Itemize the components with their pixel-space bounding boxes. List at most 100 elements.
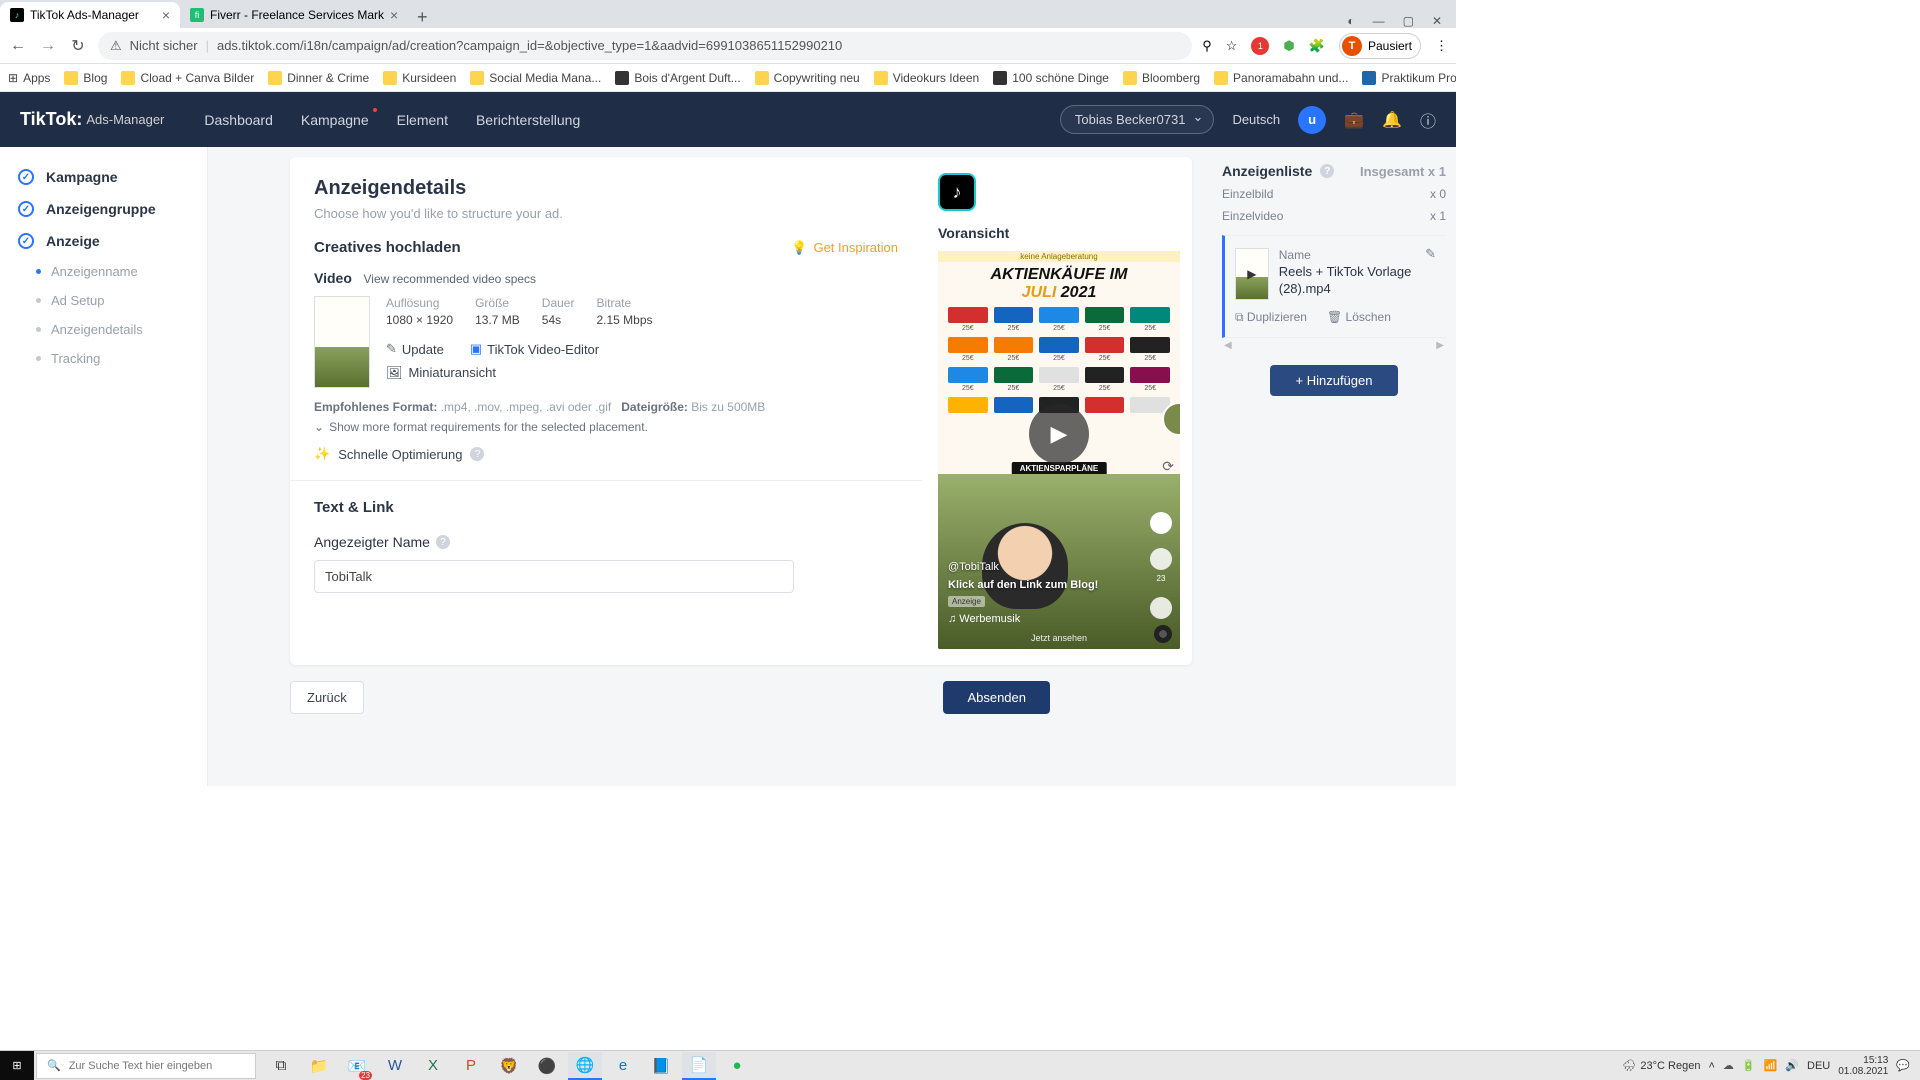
app-icon[interactable]: 📘	[644, 1052, 678, 1080]
tiktok-logo[interactable]: TikTok: Ads-Manager	[20, 109, 164, 130]
ad-list-item[interactable]: ✎ ▶ Name Reels + TikTok Vorlage (28).mp4…	[1222, 235, 1446, 338]
nav-kampagne[interactable]: Kampagne	[301, 112, 369, 128]
volume-icon[interactable]: 🔊	[1785, 1059, 1799, 1072]
windows-search[interactable]: 🔍 Zur Suche Text hier eingeben	[36, 1053, 256, 1079]
bookmark-star-icon[interactable]: ☆	[1226, 38, 1238, 54]
new-tab-button[interactable]: +	[408, 7, 436, 28]
substep-ad-setup[interactable]: Ad Setup	[0, 286, 207, 315]
step-anzeige[interactable]: ✓Anzeige	[0, 225, 207, 257]
back-button[interactable]: ←	[8, 37, 28, 55]
nav-dashboard[interactable]: Dashboard	[204, 112, 273, 128]
substep-tracking[interactable]: Tracking	[0, 344, 207, 373]
delete-button[interactable]: 🗑 Löschen	[1327, 310, 1391, 325]
bookmark-item[interactable]: Dinner & Crime	[268, 71, 369, 85]
nav-element[interactable]: Element	[397, 112, 448, 128]
chrome-icon[interactable]: 🌐	[568, 1052, 602, 1080]
forward-button[interactable]: →	[38, 37, 58, 55]
quick-optimize-button[interactable]: ✨Schnelle Optimierung?	[314, 446, 898, 462]
bookmark-item[interactable]: Bois d'Argent Duft...	[615, 71, 740, 85]
tab-close-icon[interactable]: ×	[390, 7, 398, 23]
substep-anzeigendetails[interactable]: Anzeigendetails	[0, 315, 207, 344]
bookmark-item[interactable]: Panoramabahn und...	[1214, 71, 1348, 85]
duplicate-button[interactable]: ⧉ Duplizieren	[1235, 310, 1307, 325]
bell-icon[interactable]: 🔔	[1382, 110, 1402, 130]
submit-button[interactable]: Absenden	[943, 681, 1050, 714]
video-label: Video	[314, 270, 352, 286]
help-icon[interactable]: ?	[470, 447, 484, 461]
step-kampagne[interactable]: ✓Kampagne	[0, 161, 207, 193]
help-icon[interactable]: ?	[436, 535, 450, 549]
extensions-icon[interactable]: 🧩	[1309, 38, 1325, 54]
mail-icon[interactable]: 📧23	[340, 1052, 374, 1080]
word-icon[interactable]: W	[378, 1052, 412, 1080]
add-ad-button[interactable]: + Hinzufügen	[1270, 365, 1399, 396]
display-name-input[interactable]	[314, 560, 794, 593]
edit-icon[interactable]: ✎	[1425, 246, 1436, 262]
reload-button[interactable]: ↻	[68, 36, 88, 56]
bookmark-item[interactable]: Copywriting neu	[755, 71, 860, 85]
bookmark-item[interactable]: Praktikum Projektm...	[1362, 71, 1456, 85]
powerpoint-icon[interactable]: P	[454, 1052, 488, 1080]
clock[interactable]: 15:13 01.08.2021	[1838, 1055, 1888, 1077]
search-in-page-icon[interactable]: ⚲	[1202, 38, 1212, 54]
bookmark-item[interactable]: Blog	[64, 71, 107, 85]
bookmark-item[interactable]: Bloomberg	[1123, 71, 1200, 85]
bookmark-item[interactable]: Videokurs Ideen	[874, 71, 980, 85]
apps-button[interactable]: ⊞Apps	[8, 71, 50, 85]
bookmark-item[interactable]: 100 schöne Dinge	[993, 71, 1109, 85]
scroll-right-icon[interactable]: ▶	[1436, 340, 1444, 351]
help-icon[interactable]: ?	[1320, 164, 1334, 178]
get-inspiration-link[interactable]: 💡 Get Inspiration	[791, 240, 898, 256]
phone-preview[interactable]: keine Anlageberatung AKTIENKÄUFE IM JULI…	[938, 251, 1180, 649]
explorer-icon[interactable]: 📁	[302, 1052, 336, 1080]
battery-icon[interactable]: 🔋	[1742, 1059, 1756, 1072]
address-bar[interactable]: ⚠ Nicht sicher | ads.tiktok.com/i18n/cam…	[98, 32, 1192, 60]
thumbnail-view-button[interactable]: 🖼Miniaturansicht	[386, 365, 898, 381]
tab-close-icon[interactable]: ×	[162, 7, 170, 23]
brave-icon[interactable]: 🦁	[492, 1052, 526, 1080]
extension-icon[interactable]: ⬢	[1283, 38, 1294, 54]
video-specs-link[interactable]: View recommended video specs	[364, 272, 537, 286]
spotify-icon[interactable]: ●	[720, 1052, 754, 1080]
tray-chevron-icon[interactable]: ˄	[1708, 1060, 1714, 1072]
video-editor-button[interactable]: ▣TikTok Video-Editor	[470, 341, 599, 357]
play-icon[interactable]: ▶	[1029, 404, 1089, 464]
user-dropdown[interactable]: Tobias Becker0731	[1060, 105, 1215, 134]
browser-tab-active[interactable]: ♪ TikTok Ads-Manager ×	[0, 2, 180, 28]
bookmark-item[interactable]: Social Media Mana...	[470, 71, 601, 85]
keyboard-lang[interactable]: DEU	[1807, 1060, 1830, 1072]
bookmark-item[interactable]: Cload + Canva Bilder	[121, 71, 254, 85]
maximize-icon[interactable]: ▢	[1403, 14, 1414, 28]
kebab-menu-icon[interactable]: ⋮	[1435, 38, 1448, 54]
wifi-icon[interactable]: 📶	[1764, 1059, 1778, 1072]
show-more-link[interactable]: ⌄Show more format requirements for the s…	[314, 420, 898, 434]
profile-chip[interactable]: T Pausiert	[1339, 33, 1421, 59]
nav-berichterstellung[interactable]: Berichterstellung	[476, 112, 580, 128]
obs-icon[interactable]: ⚫	[530, 1052, 564, 1080]
briefcase-icon[interactable]: 💼	[1344, 110, 1364, 130]
tiktok-app-icon[interactable]: ♪	[938, 173, 976, 211]
notepad-icon[interactable]: 📄	[682, 1052, 716, 1080]
back-button[interactable]: Zurück	[290, 681, 364, 714]
language-selector[interactable]: Deutsch	[1232, 112, 1280, 127]
bookmark-item[interactable]: Kursideen	[383, 71, 456, 85]
minimize-icon[interactable]: —	[1373, 14, 1385, 28]
start-button[interactable]: ⊞	[0, 1051, 34, 1080]
theme-icon[interactable]: ◐	[1347, 14, 1354, 28]
edge-icon[interactable]: e	[606, 1052, 640, 1080]
close-icon[interactable]: ✕	[1432, 14, 1442, 28]
browser-tab-inactive[interactable]: fi Fiverr - Freelance Services Mark ×	[180, 2, 408, 28]
update-button[interactable]: ✎Update	[386, 341, 444, 357]
extension-badge[interactable]: 1	[1251, 37, 1269, 55]
help-icon[interactable]: ⓘ	[1420, 108, 1436, 132]
task-view-icon[interactable]: ⧉	[264, 1052, 298, 1080]
substep-anzeigenname[interactable]: Anzeigenname	[0, 257, 207, 286]
scroll-left-icon[interactable]: ◀	[1224, 340, 1232, 351]
excel-icon[interactable]: X	[416, 1052, 450, 1080]
step-anzeigengruppe[interactable]: ✓Anzeigengruppe	[0, 193, 207, 225]
notifications-icon[interactable]: 💬	[1896, 1059, 1910, 1072]
onedrive-icon[interactable]: ☁	[1723, 1059, 1734, 1072]
video-thumbnail[interactable]	[314, 296, 370, 388]
weather-widget[interactable]: 🌧23°C Regen	[1622, 1059, 1700, 1072]
avatar[interactable]: u	[1298, 106, 1326, 134]
